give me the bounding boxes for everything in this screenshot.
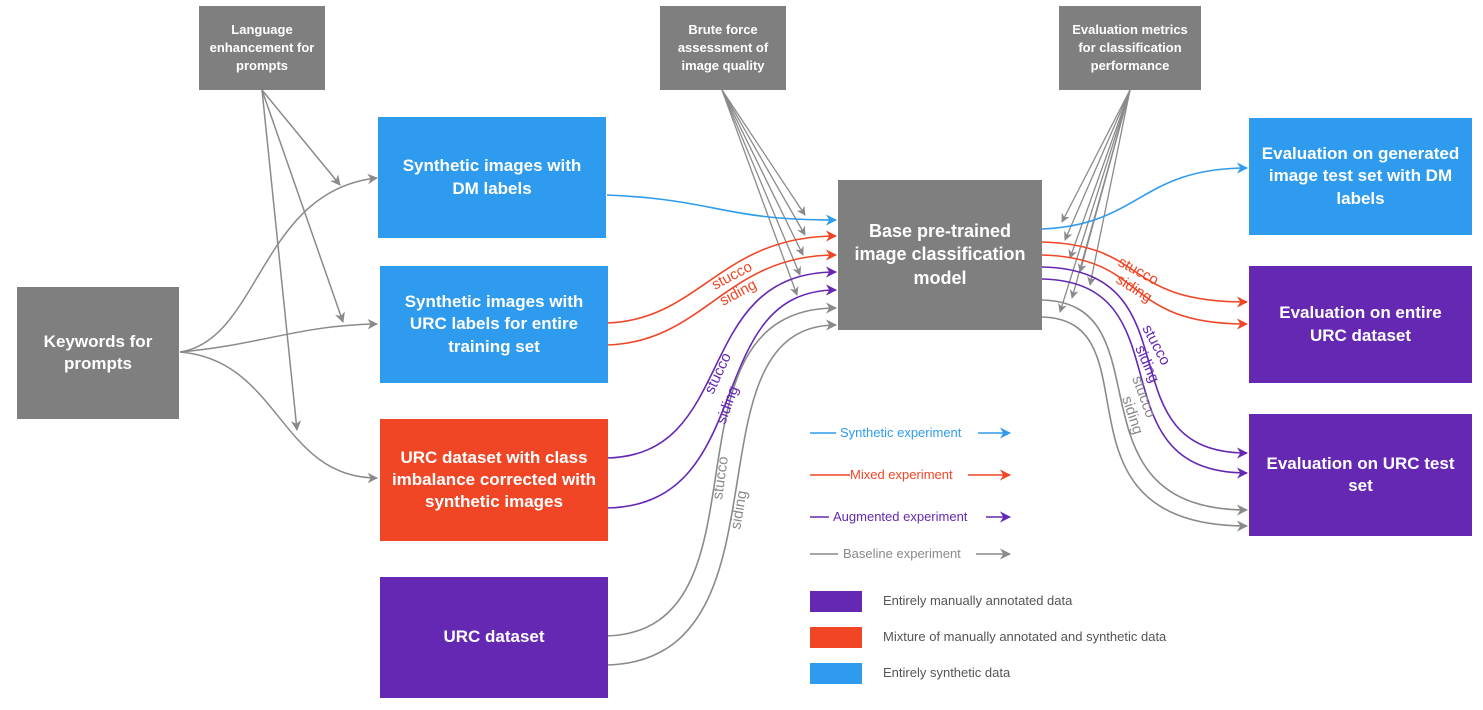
legend-swatch-mixture <box>810 627 862 648</box>
model-box: Base pre-trained image classification mo… <box>838 180 1042 330</box>
evaluation-metrics-box: Evaluation metrics for classification pe… <box>1059 6 1201 90</box>
legend-experiment-lines <box>810 427 1012 560</box>
language-arrows <box>261 89 345 432</box>
legend-text-mixture: Mixture of manually annotated and synthe… <box>883 629 1167 644</box>
eval-urc-test-box: Evaluation on URC test set <box>1249 414 1472 536</box>
synthetic-dm-box: Synthetic images with DM labels <box>378 117 606 238</box>
synthetic-urc-box: Synthetic images with URC labels for ent… <box>380 266 608 383</box>
language-enhancement-box: Language enhancement for prompts <box>199 6 325 90</box>
arrow <box>179 318 379 353</box>
brute-force-box: Brute force assessment of image quality <box>660 6 786 90</box>
urc-dataset-box: URC dataset <box>380 577 608 698</box>
eval-entire-urc-box: Evaluation on entire URC dataset <box>1249 266 1472 383</box>
urc-balanced-box: URC dataset with class imbalance correct… <box>380 419 608 541</box>
legend-swatch-manual <box>810 591 862 612</box>
legend-baseline-experiment: Baseline experiment <box>843 546 961 561</box>
keywords-box: Keywords for prompts <box>17 287 179 419</box>
legend-text-manual: Entirely manually annotated data <box>883 593 1073 608</box>
legend-synthetic-experiment: Synthetic experiment <box>840 425 962 440</box>
synthetic-out-flow <box>1041 162 1249 230</box>
legend-text-synthetic: Entirely synthetic data <box>883 665 1011 680</box>
keyword-arrows <box>179 173 379 484</box>
legend-swatch-synthetic <box>810 663 862 684</box>
synthetic-flow <box>606 194 838 226</box>
legend-mixed-experiment: Mixed experiment <box>850 467 953 482</box>
edge-label-stucco: stucco <box>709 455 732 500</box>
edge-label-siding: siding <box>727 489 751 531</box>
eval-generated-box: Evaluation on generated image test set w… <box>1249 118 1472 235</box>
input-flows <box>606 194 838 666</box>
arrow <box>179 351 379 484</box>
legend-augmented-experiment: Augmented experiment <box>833 509 968 524</box>
